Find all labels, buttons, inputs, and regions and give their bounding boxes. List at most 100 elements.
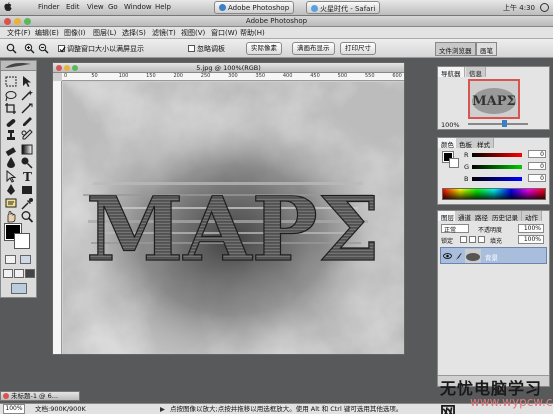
minimize-window-icon[interactable] [14,18,21,25]
zoom-in-icon[interactable] [24,43,35,54]
path-selection-tool-icon[interactable] [4,169,18,183]
background-color-swatch[interactable] [14,233,30,249]
blue-slider[interactable] [472,177,522,181]
color-bg-swatch[interactable] [449,158,459,168]
status-doc-info[interactable]: 文档:900K/900K [35,404,86,414]
lock-position-icon[interactable] [478,236,485,243]
menu-help[interactable]: 帮助(H) [240,28,265,38]
crop-tool-icon[interactable] [4,102,18,115]
mac-menu-help[interactable]: Help [155,3,171,11]
opacity-input[interactable]: 100% [518,224,544,233]
menu-image[interactable]: 图像(I) [64,28,86,38]
green-slider[interactable] [472,165,522,169]
actual-pixels-button[interactable]: 实际像素 [246,42,282,55]
image-canvas[interactable]: MAPΣ [63,82,404,354]
menu-window[interactable]: 窗口(W) [211,28,237,38]
eye-visibility-icon[interactable] [443,252,452,260]
mac-menu-edit[interactable]: Edit [66,3,80,11]
pen-tool-icon[interactable] [4,183,18,196]
zoom-window-icon[interactable] [24,18,31,25]
lasso-tool-icon[interactable] [4,89,18,102]
green-value[interactable]: 0 [528,162,546,170]
doc-close-icon[interactable] [56,65,62,71]
quick-mask-button[interactable] [20,255,31,264]
color-spectrum-bar[interactable] [442,188,546,200]
gradient-tool-icon[interactable] [20,143,34,156]
actions-tab[interactable]: 动作 [522,211,542,222]
ignore-palettes-checkbox[interactable] [188,45,195,52]
dodge-tool-icon[interactable] [20,156,34,169]
jump-to-imageready-button[interactable] [11,283,27,294]
eraser-tool-icon[interactable] [4,143,18,156]
fit-screen-button[interactable]: 满画布显示 [292,42,335,55]
navigator-tab[interactable]: 导航器 [438,67,465,78]
color-tab[interactable]: 颜色 [438,138,458,149]
minimized-document[interactable]: 未标题-1 @ 6... [0,391,80,401]
healing-brush-tool-icon[interactable] [4,116,18,129]
doc-zoom-icon[interactable] [72,65,78,71]
slice-tool-icon[interactable] [20,102,34,115]
blue-value[interactable]: 0 [528,174,546,182]
screen-mode-full-menu-button[interactable] [14,269,24,278]
photoshop-taskbar-button[interactable]: Adobe Photoshop [214,1,295,14]
magic-wand-tool-icon[interactable] [20,89,34,102]
close-window-icon[interactable] [4,18,11,25]
red-value[interactable]: 0 [528,150,546,158]
file-browser-tab[interactable]: 文件浏览器 [435,42,476,56]
document-window[interactable]: 5.jpg @ 100%(RGB) 0 50 100 150 200 250 300 350 4… [52,62,405,355]
eyedropper-tool-icon[interactable] [20,197,34,210]
menu-filter[interactable]: 滤镜(T) [152,28,176,38]
menu-select[interactable]: 选择(S) [122,28,146,38]
swatches-tab[interactable]: 色板 [456,138,476,149]
blend-mode-select[interactable]: 正常 [441,224,469,234]
navigator-zoom-slider[interactable] [468,120,528,127]
doc-minimize-icon[interactable] [64,65,70,71]
red-slider[interactable] [472,153,522,157]
marquee-tool-icon[interactable] [4,75,18,88]
styles-tab[interactable]: 样式 [474,138,494,149]
navigator-zoom-value[interactable]: 100% [441,121,460,129]
menu-view[interactable]: 视图(V) [181,28,205,38]
status-arrow-icon[interactable] [159,406,166,413]
layer-row-background[interactable]: 背景 [440,247,547,264]
zoom-out-icon[interactable] [38,43,49,54]
spotlight-search-icon[interactable] [540,3,549,12]
screen-mode-standard-button[interactable] [3,269,13,278]
brush-tool-icon[interactable] [20,116,34,129]
mac-menu-go[interactable]: Go [108,3,118,11]
zoom-tool-icon[interactable] [6,43,17,54]
menu-edit[interactable]: 编辑(E) [35,28,59,38]
history-tab[interactable]: 历史记录 [489,211,522,222]
standard-mode-button[interactable] [5,255,16,264]
menu-layer[interactable]: 图层(L) [93,28,116,38]
history-brush-tool-icon[interactable] [20,129,34,142]
zoom-tool-icon[interactable] [20,210,34,223]
horizontal-ruler[interactable]: 0 50 100 150 200 250 300 350 400 450 500 550 600 [62,73,404,81]
lock-image-icon[interactable] [469,236,476,243]
safari-taskbar-button[interactable]: 火星时代 - Safari [306,1,381,14]
vertical-ruler[interactable] [53,81,62,354]
menu-file[interactable]: 文件(F) [7,28,31,38]
screen-mode-full-button[interactable] [25,269,35,278]
shape-tool-icon[interactable] [20,183,34,196]
blur-tool-icon[interactable] [4,156,18,169]
apple-menu-icon[interactable] [3,2,13,12]
mac-menu-finder[interactable]: Finder [38,3,60,11]
fill-input[interactable]: 100% [518,235,544,244]
brushes-tab[interactable]: 画笔 [476,42,497,56]
zoom-slider-handle[interactable] [502,120,507,127]
hand-tool-icon[interactable] [4,210,18,223]
info-tab[interactable]: 信息 [466,67,486,78]
print-size-button[interactable]: 打印尺寸 [340,42,376,55]
status-zoom-field[interactable]: 100% [3,404,25,414]
navigator-thumbnail[interactable]: MAPΣ [468,79,520,119]
clone-stamp-tool-icon[interactable] [4,129,18,142]
mac-menu-window[interactable]: Window [124,3,152,11]
move-tool-icon[interactable] [20,75,34,88]
min-doc-close-icon[interactable] [3,393,9,399]
mac-menu-view[interactable]: View [87,3,104,11]
notes-tool-icon[interactable] [4,197,18,210]
resize-window-checkbox[interactable] [58,45,66,53]
type-tool-icon[interactable]: T [20,170,34,184]
lock-transparency-icon[interactable] [460,236,467,243]
